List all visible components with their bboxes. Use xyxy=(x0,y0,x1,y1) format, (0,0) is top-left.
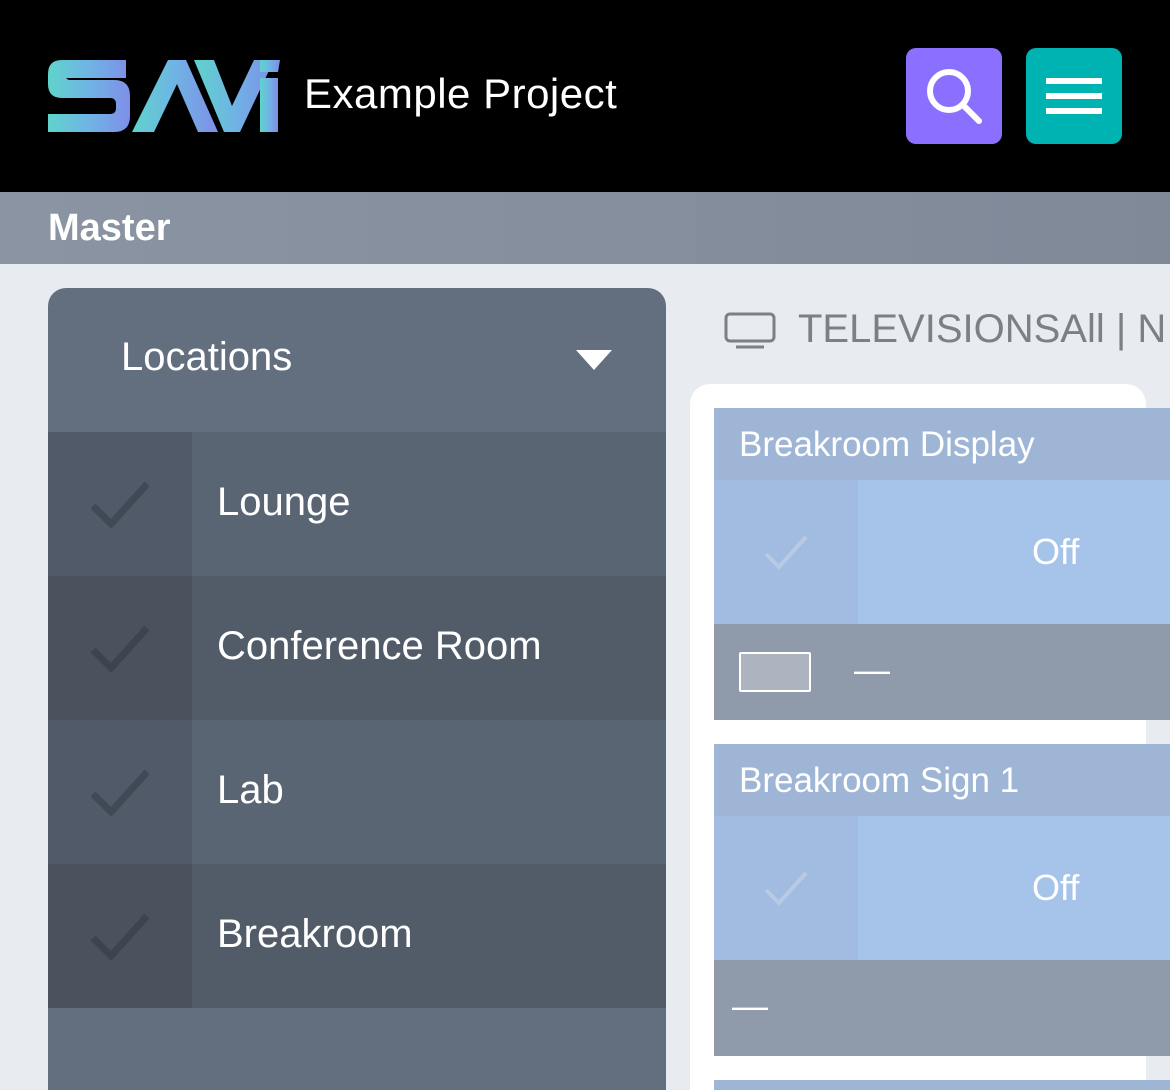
location-label: Lab xyxy=(217,768,284,812)
check-icon xyxy=(90,913,150,960)
input-swatch xyxy=(739,652,811,692)
power-state-label: Off xyxy=(1032,531,1080,572)
location-label: Lounge xyxy=(217,480,351,524)
search-icon xyxy=(927,69,982,124)
menu-button[interactable] xyxy=(1026,48,1122,144)
locations-dropdown[interactable]: Locations xyxy=(48,288,666,432)
location-checkbox[interactable] xyxy=(48,576,192,720)
footer-value: — xyxy=(732,985,768,1026)
location-item-lab[interactable]: Lab xyxy=(48,720,666,864)
check-icon xyxy=(764,535,808,570)
device-card: Breakroom Display Off — xyxy=(714,408,1170,720)
locations-sidebar: Locations Lounge Conference Room Lab Bre… xyxy=(48,288,666,1090)
power-state-label: Off xyxy=(1032,867,1080,908)
device-card: Breakroom Sign 1 Off — xyxy=(714,744,1170,1056)
location-checkbox[interactable] xyxy=(48,864,192,1008)
television-icon xyxy=(724,312,776,349)
device-name: Breakroom Sign 1 xyxy=(739,761,1020,800)
check-icon xyxy=(90,625,150,672)
power-state-toggle[interactable]: Off xyxy=(858,480,1170,624)
location-checkbox[interactable] xyxy=(48,720,192,864)
hamburger-menu-icon xyxy=(1046,78,1102,114)
caret-down-icon xyxy=(576,350,612,370)
device-card-footer: — xyxy=(714,960,1170,1056)
location-item-lounge[interactable]: Lounge xyxy=(48,432,666,576)
device-card-partial xyxy=(714,1080,1170,1090)
location-label: Breakroom xyxy=(217,912,413,956)
project-title: Example Project xyxy=(304,70,618,117)
check-icon xyxy=(90,481,150,528)
device-card-header: Breakroom Sign 1 xyxy=(714,744,1170,816)
power-state-toggle[interactable]: Off xyxy=(858,816,1170,960)
location-item-breakroom[interactable]: Breakroom xyxy=(48,864,666,1008)
master-bar: Master xyxy=(0,192,1170,264)
device-name: Breakroom Display xyxy=(739,425,1035,464)
search-button[interactable] xyxy=(906,48,1002,144)
footer-value: — xyxy=(854,649,890,690)
device-select-checkbox[interactable] xyxy=(714,480,858,624)
device-card-footer: — xyxy=(714,624,1170,720)
device-select-checkbox[interactable] xyxy=(714,816,858,960)
check-icon xyxy=(764,871,808,906)
location-label: Conference Room xyxy=(217,624,542,668)
location-item-conference-room[interactable]: Conference Room xyxy=(48,576,666,720)
app-root: Example Project Master Locations Lounge … xyxy=(0,0,1170,1090)
logo xyxy=(48,60,280,132)
section-title: TELEVISIONSAll | N xyxy=(798,307,1167,351)
top-header: Example Project xyxy=(0,0,1170,192)
locations-title: Locations xyxy=(121,335,293,379)
master-title: Master xyxy=(48,207,171,249)
check-icon xyxy=(90,769,150,816)
location-checkbox[interactable] xyxy=(48,432,192,576)
device-card-header: Breakroom Display xyxy=(714,408,1170,480)
